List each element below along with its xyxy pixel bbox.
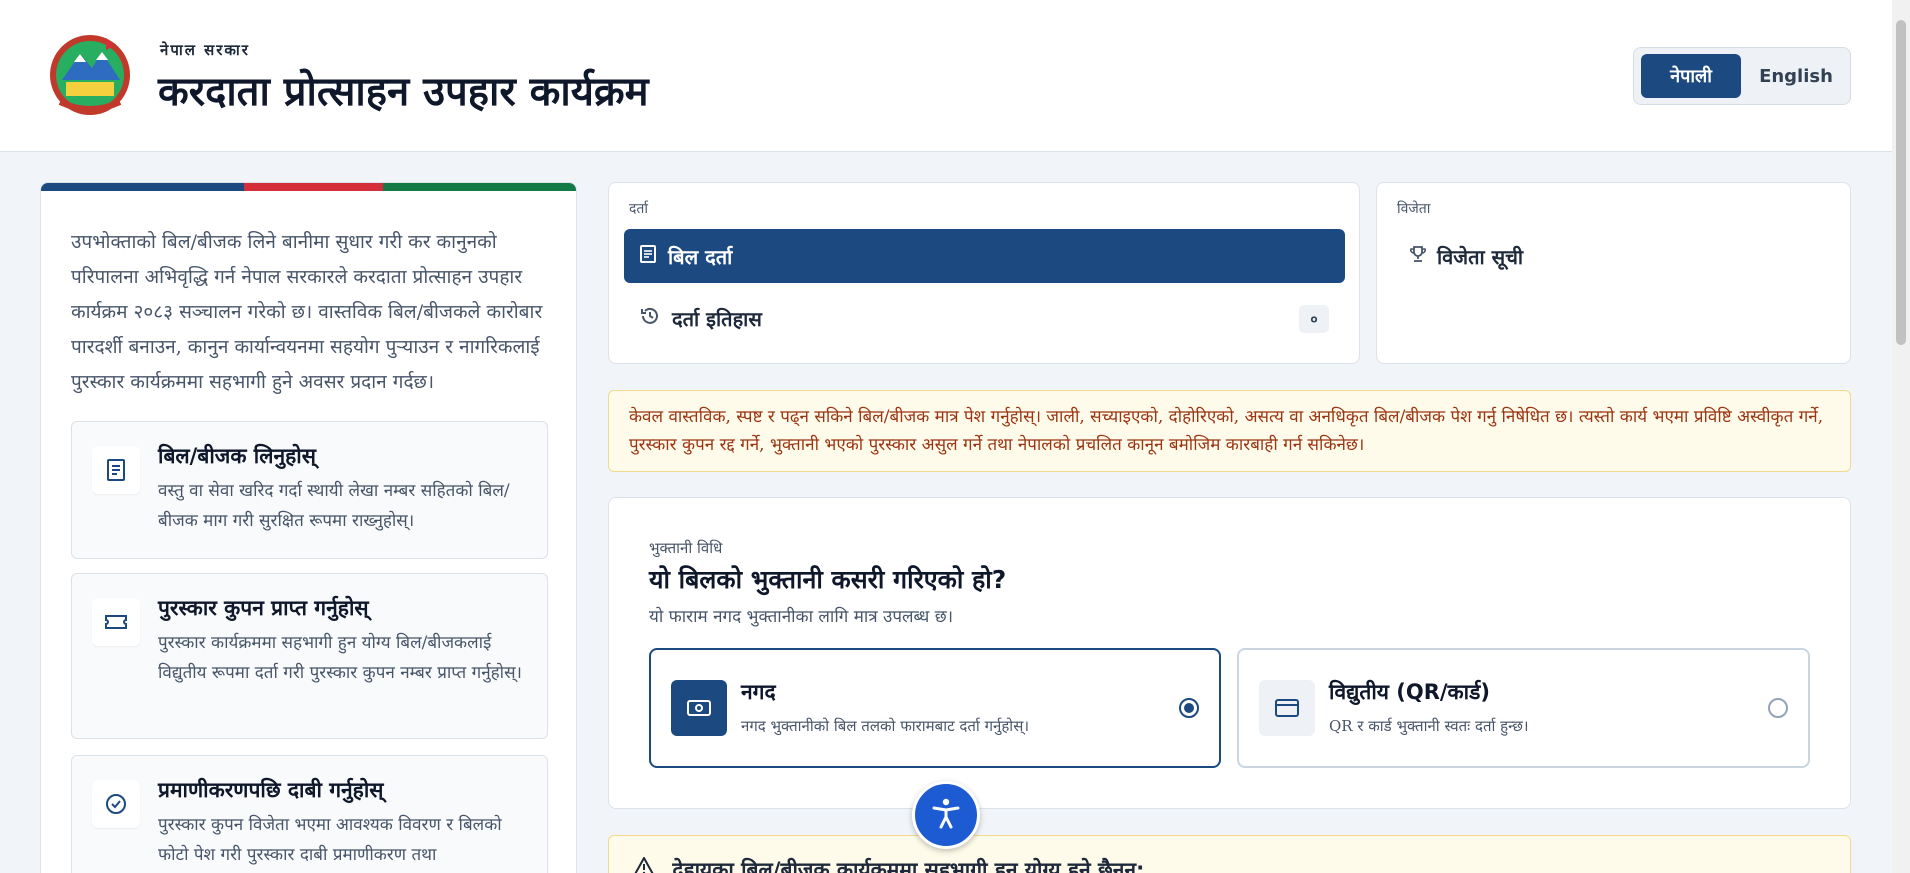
payment-subtitle: यो फाराम नगद भुक्तानीका लागि मात्र उपलब्… — [649, 607, 954, 627]
warning-text: देहायका बिल/बीजक कार्यक्रममा सहभागी हुन … — [672, 858, 1145, 873]
registration-card: दर्ता बिल दर्ता दर्ता इतिहास ० — [608, 182, 1360, 364]
payment-question: यो बिलको भुक्तानी कसरी गरिएको हो? — [649, 565, 1007, 594]
step-desc: पुरस्कार कुपन विजेता भएमा आवश्यक विवरण र… — [158, 815, 502, 865]
registration-label: दर्ता — [629, 201, 649, 217]
receipt-icon — [92, 446, 140, 494]
submission-notice: केवल वास्तविक, स्पष्ट र पढ्न सकिने बिल/ब… — [608, 390, 1851, 472]
page-title: करदाता प्रोत्साहन उपहार कार्यक्रम — [158, 69, 649, 115]
cash-title: नगद — [741, 680, 776, 704]
scrollbar-thumb[interactable] — [1896, 20, 1906, 345]
step-title: प्रमाणीकरणपछि दाबी गर्नुहोस् — [158, 778, 384, 802]
language-switch: नेपाली English — [1633, 47, 1851, 105]
electronic-radio[interactable] — [1768, 698, 1788, 718]
accessibility-icon — [929, 796, 963, 834]
step-desc: वस्तु वा सेवा खरिद गर्दा स्थायी लेखा नम्… — [158, 481, 510, 531]
ticket-icon — [92, 598, 140, 646]
warning-triangle-icon — [633, 855, 662, 873]
bill-register-button[interactable]: बिल दर्ता — [624, 229, 1345, 283]
winners-list-label: विजेता सूची — [1437, 244, 1524, 269]
electronic-desc: QR र कार्ड भुक्तानी स्वतः दर्ता हुन्छ। — [1329, 717, 1529, 735]
payment-method-label: भुक्तानी विधि — [649, 539, 723, 557]
cash-desc: नगद भुक्तानीको बिल तलको फारामबाट दर्ता ग… — [741, 717, 1030, 735]
payment-option-electronic[interactable]: विद्युतीय (QR/कार्ड) QR र कार्ड भुक्तानी… — [1237, 648, 1810, 768]
program-info-card: उपभोक्ताको बिल/बीजक लिने बानीमा सुधार गर… — [40, 182, 577, 873]
winners-label: विजेता — [1397, 201, 1431, 217]
step-get-coupon: पुरस्कार कुपन प्राप्त गर्नुहोस् पुरस्कार… — [71, 573, 548, 739]
credit-card-icon — [1259, 680, 1315, 736]
check-badge-icon — [92, 780, 140, 828]
payment-method-card: भुक्तानी विधि यो बिलको भुक्तानी कसरी गरि… — [608, 497, 1851, 809]
step-claim: प्रमाणीकरणपछि दाबी गर्नुहोस् पुरस्कार कु… — [71, 755, 548, 873]
ineligible-bills-warning: देहायका बिल/बीजक कार्यक्रममा सहभागी हुन … — [608, 835, 1851, 873]
lang-english-button[interactable]: English — [1746, 54, 1846, 98]
winners-card: विजेता विजेता सूची — [1376, 182, 1851, 364]
cash-radio[interactable] — [1179, 698, 1199, 718]
step-desc: पुरस्कार कार्यक्रममा सहभागी हुन योग्य बि… — [158, 633, 523, 683]
winners-list-button[interactable]: विजेता सूची — [1393, 229, 1523, 283]
accessibility-button[interactable] — [912, 781, 980, 849]
government-label: नेपाल सरकार — [160, 41, 250, 59]
payment-option-cash[interactable]: नगद नगद भुक्तानीको बिल तलको फारामबाट दर्… — [649, 648, 1221, 768]
history-count-badge: ० — [1299, 305, 1329, 333]
history-label: दर्ता इतिहास — [672, 306, 762, 331]
page-scrollbar[interactable] — [1892, 0, 1910, 873]
nepal-emblem-icon — [40, 30, 140, 120]
trophy-icon — [1409, 245, 1427, 268]
document-icon — [640, 244, 656, 268]
tricolor-bar — [41, 183, 576, 191]
cash-icon — [671, 680, 727, 736]
site-header: नेपाल सरकार करदाता प्रोत्साहन उपहार कार्… — [0, 0, 1892, 152]
program-intro: उपभोक्ताको बिल/बीजक लिने बानीमा सुधार गर… — [71, 231, 543, 393]
step-take-bill: बिल/बीजक लिनुहोस् वस्तु वा सेवा खरिद गर्… — [71, 421, 548, 559]
electronic-title: विद्युतीय (QR/कार्ड) — [1329, 680, 1490, 704]
step-title: पुरस्कार कुपन प्राप्त गर्नुहोस् — [158, 596, 369, 620]
step-title: बिल/बीजक लिनुहोस् — [158, 444, 316, 468]
bill-register-label: बिल दर्ता — [668, 244, 733, 269]
lang-nepali-button[interactable]: नेपाली — [1641, 54, 1741, 98]
registration-history-button[interactable]: दर्ता इतिहास ० — [624, 291, 1345, 345]
history-icon — [640, 306, 660, 331]
